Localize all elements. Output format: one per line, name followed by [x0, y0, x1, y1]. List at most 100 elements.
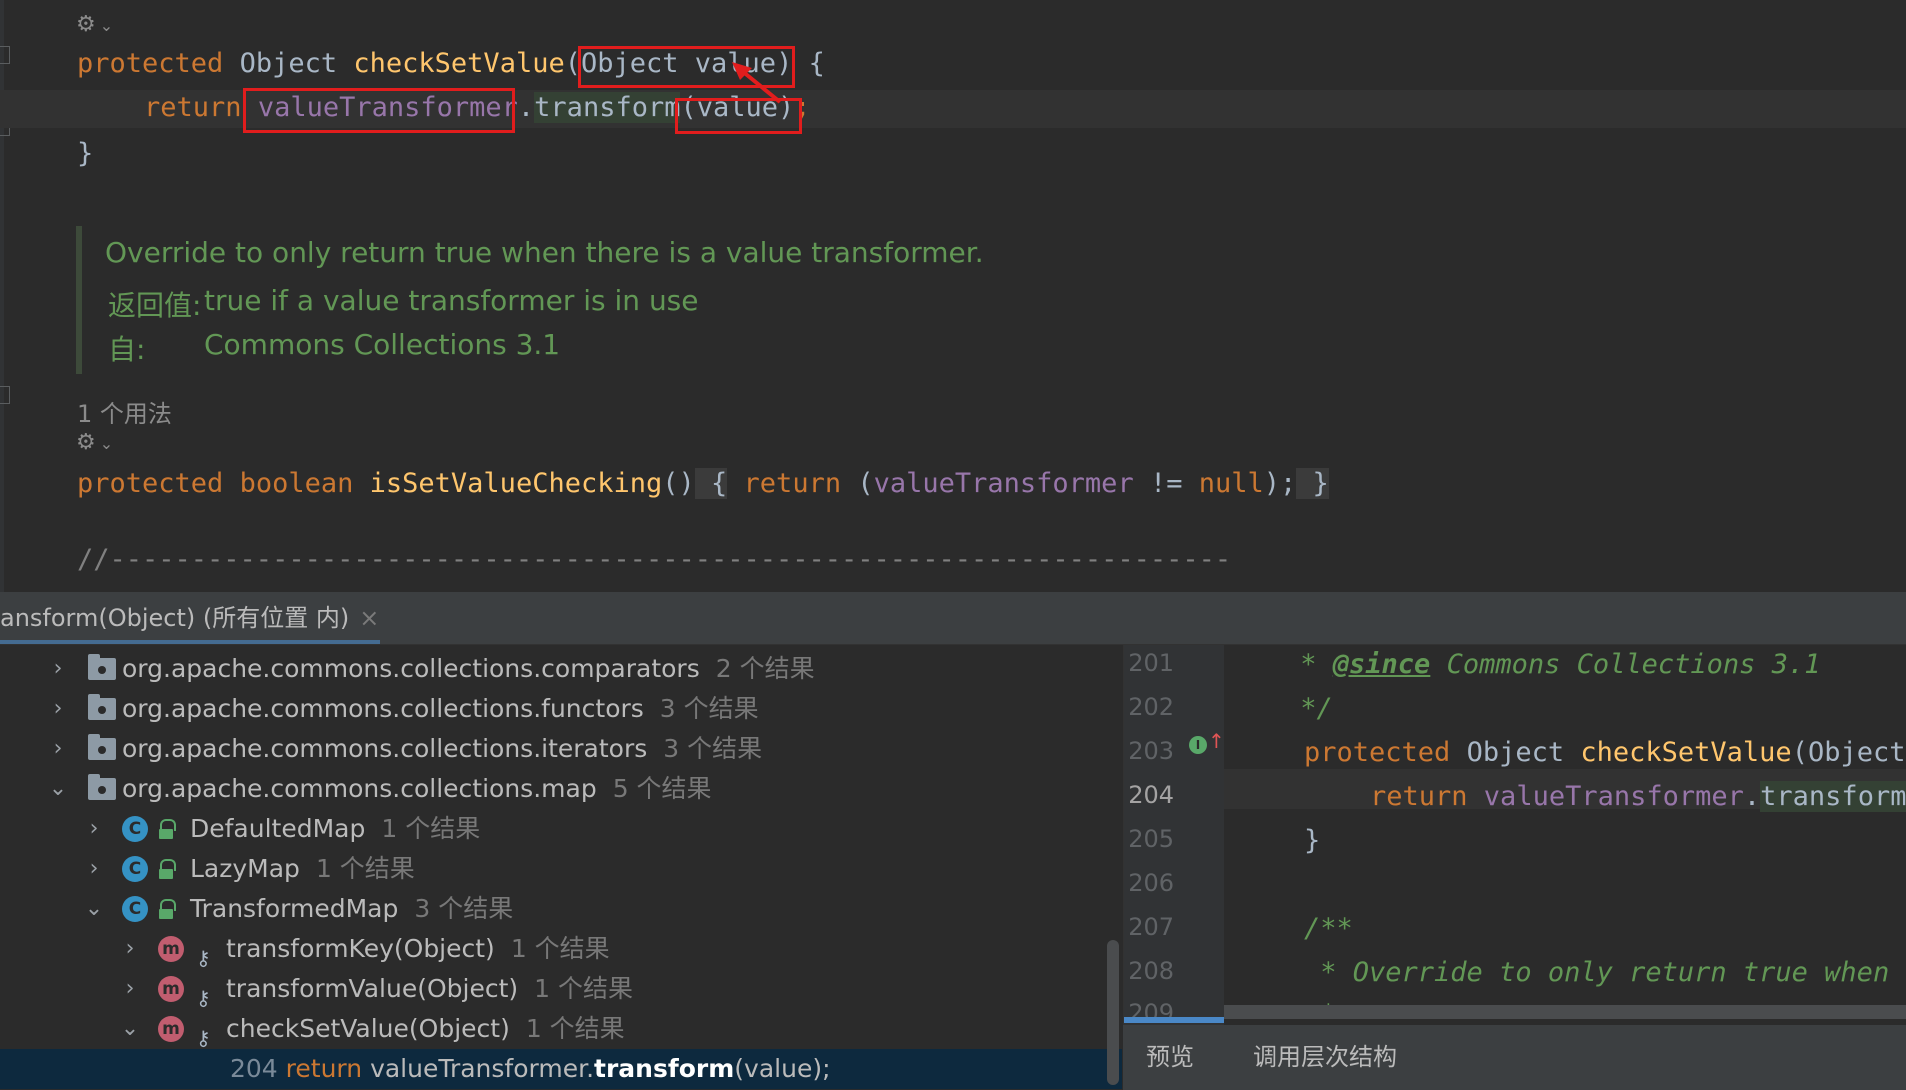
- code-line: return valueTransformer.transform(v: [1370, 781, 1906, 812]
- method-icon: m: [158, 1016, 184, 1042]
- brace: }: [1296, 468, 1329, 499]
- brace: {: [694, 468, 728, 499]
- result-count: 3 个结果: [414, 894, 514, 923]
- keyword: null: [1198, 468, 1264, 499]
- fold-marker[interactable]: [0, 386, 10, 404]
- line-number: 203: [1128, 737, 1174, 765]
- chevron-right-icon[interactable]: ›: [84, 809, 104, 849]
- usages-tree[interactable]: › org.apache.commons.collections.compara…: [0, 645, 1122, 1090]
- keyword: protected: [77, 48, 224, 79]
- horizontal-scrollbar[interactable]: [1224, 1005, 1906, 1019]
- public-lock-icon: [159, 899, 176, 919]
- line-number: 207: [1128, 913, 1174, 941]
- inlay-hint-icon[interactable]: ⚙ ⌄: [76, 430, 113, 455]
- fold-marker[interactable]: [0, 46, 10, 64]
- tree-label: transformValue(Object): [226, 974, 519, 1003]
- annotation-arrow: [732, 62, 782, 104]
- chevron-right-icon[interactable]: ›: [120, 929, 140, 969]
- override-gutter-icon[interactable]: I: [1189, 736, 1207, 754]
- annotation-box: [243, 88, 515, 133]
- result-count: 1 个结果: [315, 854, 415, 883]
- tree-row-package[interactable]: ⌄ org.apache.commons.collections.map 5 个结…: [0, 769, 1122, 809]
- line-number: 201: [1128, 649, 1174, 677]
- chevron-right-icon[interactable]: ›: [48, 649, 68, 689]
- dot: .: [517, 92, 535, 123]
- usages-hint[interactable]: 1 个用法: [77, 394, 172, 429]
- preview-editor[interactable]: 201 202 203 204 205 206 207 208 209 I ↑ …: [1123, 645, 1906, 1025]
- method-name: checkSetValue: [353, 48, 565, 79]
- close-icon[interactable]: ×: [359, 604, 379, 632]
- line-number: 206: [1128, 869, 1174, 897]
- tree-label: checkSetValue(Object): [226, 1014, 510, 1043]
- find-tab-title: ansform(Object) (所有位置 内): [0, 604, 350, 632]
- line-number: 208: [1128, 957, 1174, 985]
- tree-row-package[interactable]: › org.apache.commons.collections.iterato…: [0, 729, 1122, 769]
- package-folder-icon: [88, 734, 116, 760]
- doc-returns-label: 返回值:: [108, 289, 202, 322]
- find-usages-tab[interactable]: ansform(Object) (所有位置 内) ×: [0, 592, 379, 644]
- chevron-down-icon[interactable]: ⌄: [84, 889, 104, 929]
- code-line: }: [77, 138, 94, 169]
- tree-row-method[interactable]: › m ⚷ transformKey(Object) 1 个结果: [0, 929, 1122, 970]
- tab-preview[interactable]: 预览: [1146, 1025, 1194, 1090]
- match-highlight: transform: [594, 1054, 735, 1083]
- class-icon: C: [122, 856, 148, 882]
- method-name: isSetValueChecking: [369, 468, 663, 499]
- doc-since-text: Commons Collections 3.1: [204, 328, 561, 361]
- tree-row-class[interactable]: › C LazyMap 1 个结果: [0, 849, 1122, 889]
- tree-row-method[interactable]: › m ⚷ transformValue(Object) 1 个结果: [0, 969, 1122, 1010]
- line-number: 204: [230, 1054, 278, 1083]
- operator: !=: [1133, 468, 1199, 499]
- line-number: 205: [1128, 825, 1174, 853]
- doc-since-label: 自:: [108, 333, 146, 366]
- tree-row-package[interactable]: › org.apache.commons.collections.functor…: [0, 689, 1122, 729]
- keyword: protected: [77, 468, 224, 499]
- keyword: return: [743, 468, 842, 499]
- keyword: return: [285, 1054, 363, 1083]
- chevron-right-icon[interactable]: ›: [48, 729, 68, 769]
- code-fragment: valueTransformer.: [362, 1054, 595, 1083]
- gutter-accent: [1124, 1017, 1224, 1023]
- tree-row-class[interactable]: ⌄ C TransformedMap 3 个结果: [0, 889, 1122, 929]
- method-call: transform: [534, 92, 681, 123]
- inlay-hint-icon[interactable]: ⚙ ⌄: [76, 12, 113, 37]
- find-usages-toolbar: ansform(Object) (所有位置 内) ×: [0, 592, 1906, 645]
- tree-label: DefaultedMap: [190, 814, 366, 843]
- paren: (: [841, 468, 874, 499]
- tree-label: org.apache.commons.collections.map: [122, 774, 597, 803]
- chevron-down-icon[interactable]: ⌄: [120, 1009, 140, 1049]
- code-line: */: [1284, 693, 1333, 724]
- result-count: 1 个结果: [510, 934, 610, 963]
- class-icon: C: [122, 896, 148, 922]
- tree-scrollbar[interactable]: [1107, 940, 1119, 1085]
- package-folder-icon: [88, 694, 116, 720]
- tree-row-class[interactable]: › C DefaultedMap 1 个结果: [0, 809, 1122, 849]
- code-editor[interactable]: ⚙ ⌄ protected Object checkSetValue(Object…: [0, 0, 1906, 592]
- line-number: 204: [1128, 781, 1174, 809]
- implements-up-arrow-icon[interactable]: ↑: [1208, 729, 1225, 753]
- tree-label: LazyMap: [190, 854, 300, 883]
- result-count: 1 个结果: [381, 814, 481, 843]
- package-folder-icon: [88, 654, 116, 680]
- tree-label: org.apache.commons.collections.comparato…: [122, 654, 700, 683]
- method-icon: m: [158, 976, 184, 1002]
- class-icon: C: [122, 816, 148, 842]
- tree-row-package[interactable]: › org.apache.commons.collections.compara…: [0, 649, 1122, 689]
- public-lock-icon: [159, 819, 176, 839]
- tab-call-hierarchy[interactable]: 调用层次结构: [1253, 1025, 1397, 1090]
- package-folder-icon: [88, 774, 116, 800]
- keyword: return: [144, 92, 242, 123]
- result-count: 5 个结果: [612, 774, 712, 803]
- chevron-right-icon[interactable]: ›: [84, 849, 104, 889]
- tree-label: transformKey(Object): [226, 934, 495, 963]
- chevron-down-icon[interactable]: ⌄: [48, 769, 68, 809]
- editor-gutter: [0, 0, 4, 592]
- tree-row-method[interactable]: ⌄ m ⚷ checkSetValue(Object) 1 个结果: [0, 1009, 1122, 1050]
- usage-result-row[interactable]: 204 return valueTransformer.transform(va…: [0, 1049, 1122, 1089]
- doc-returns-text: true if a value transformer is in use: [204, 284, 699, 317]
- chevron-right-icon[interactable]: ›: [48, 689, 68, 729]
- result-count: 2 个结果: [715, 654, 815, 683]
- field: valueTransformer: [873, 468, 1134, 499]
- chevron-right-icon[interactable]: ›: [120, 969, 140, 1009]
- code-line: protected Object checkSetValue(Object v: [1304, 737, 1906, 768]
